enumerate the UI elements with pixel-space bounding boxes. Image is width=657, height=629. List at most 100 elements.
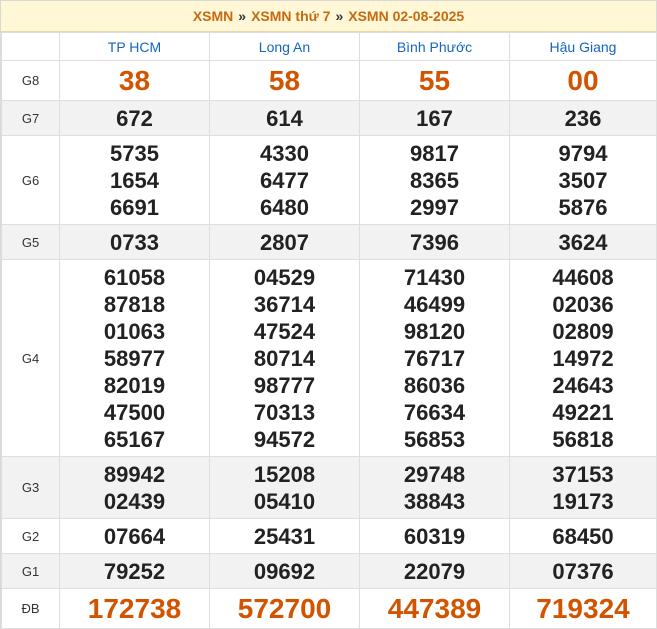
prize-number: 82019 — [103, 372, 166, 398]
prize-number: 9794 — [558, 140, 608, 166]
prize-number: 94572 — [253, 426, 316, 452]
prize-label: G8 — [1, 60, 60, 101]
prize-label: G7 — [1, 100, 60, 136]
prize-label: G5 — [1, 224, 60, 260]
prize-number: 02439 — [103, 488, 166, 514]
prize-number: 56853 — [403, 426, 466, 452]
prize-cell: 3624 — [509, 224, 657, 260]
prize-number: 36714 — [253, 291, 316, 317]
prize-number: 80714 — [253, 345, 316, 371]
prize-number: 58 — [268, 65, 301, 96]
province-header[interactable]: Bình Phước — [359, 32, 510, 61]
prize-number: 2997 — [410, 194, 459, 220]
prize-cell: 236 — [509, 100, 657, 136]
prize-number: 4330 — [260, 140, 309, 166]
prize-cell: 60319 — [359, 518, 510, 554]
prize-cell: 614 — [209, 100, 360, 136]
prize-number: 9817 — [410, 140, 459, 166]
prize-label: G1 — [1, 553, 60, 589]
prize-cell: 2807 — [209, 224, 360, 260]
prize-number: 1654 — [110, 167, 159, 193]
prize-cell: 09692 — [209, 553, 360, 589]
prize-number: 07376 — [552, 558, 614, 584]
prize-number: 47524 — [253, 318, 316, 344]
prize-number: 24643 — [552, 372, 614, 398]
prize-cell: 58 — [209, 60, 360, 101]
breadcrumb-xsmn-date[interactable]: XSMN 02-08-2025 — [348, 8, 464, 24]
prize-cell: 79252 — [59, 553, 210, 589]
prize-cell: 55 — [359, 60, 510, 101]
prize-row: G6 5735 1654 6691 4330 6477 6480 9817 8365 2997 97… — [1, 135, 657, 225]
prize-row: G2 07664 25431 60319 68450 — [1, 518, 657, 554]
province-header[interactable]: Long An — [209, 32, 360, 61]
prize-cell: 44608 02036 02809 14972 24643 49221 56818 — [509, 259, 657, 457]
breadcrumb-xsmn[interactable]: XSMN — [193, 8, 233, 24]
prize-number: 6691 — [110, 194, 159, 220]
province-header[interactable]: Hậu Giang — [509, 32, 657, 61]
prize-number: 58977 — [103, 345, 166, 371]
prize-number: 55 — [418, 65, 451, 96]
prize-number: 60319 — [403, 523, 466, 549]
prize-row: G7 672 614 167 236 — [1, 100, 657, 136]
empty-header-cell — [1, 32, 60, 61]
prize-number: 86036 — [403, 372, 466, 398]
prize-number: 3624 — [558, 229, 608, 255]
breadcrumb-separator: » — [238, 8, 247, 24]
prize-number: 01063 — [103, 318, 166, 344]
prize-row: G8 38 58 55 00 — [1, 60, 657, 101]
breadcrumb-xsmn-saturday[interactable]: XSMN thứ 7 — [251, 8, 330, 24]
prize-cell: 0733 — [59, 224, 210, 260]
prize-number: 09692 — [253, 558, 316, 584]
prize-number: 56818 — [552, 426, 614, 452]
prize-number: 167 — [416, 105, 453, 131]
prize-number: 68450 — [552, 523, 614, 549]
prize-cell: 22079 — [359, 553, 510, 589]
prize-number: 46499 — [403, 291, 466, 317]
prize-number: 76634 — [403, 399, 466, 425]
prize-number: 71430 — [403, 264, 466, 290]
prize-number: 02809 — [552, 318, 614, 344]
prize-number: 614 — [266, 105, 303, 131]
prize-number: 98120 — [403, 318, 466, 344]
prize-number: 22079 — [403, 558, 466, 584]
prize-label: ĐB — [1, 588, 60, 629]
breadcrumb: XSMN » XSMN thứ 7 » XSMN 02-08-2025 — [1, 1, 656, 32]
prize-cell: 4330 6477 6480 — [209, 135, 360, 225]
prize-number: 37153 — [552, 461, 614, 487]
prize-number: 47500 — [103, 399, 166, 425]
prize-cell: 9817 8365 2997 — [359, 135, 510, 225]
prize-cell: 37153 19173 — [509, 456, 657, 519]
prize-number: 07664 — [103, 523, 166, 549]
prize-number: 5735 — [110, 140, 159, 166]
results-table: TP HCM Long An Bình Phước Hậu Giang G8 38… — [1, 32, 657, 629]
prize-number: 05410 — [253, 488, 316, 514]
prize-label: G6 — [1, 135, 60, 225]
prize-number: 49221 — [552, 399, 614, 425]
prize-number: 79252 — [103, 558, 166, 584]
prize-number: 14972 — [552, 345, 614, 371]
prize-cell: 00 — [509, 60, 657, 101]
prize-number: 38 — [118, 65, 151, 96]
prize-cell: 447389 — [359, 588, 510, 629]
prize-number: 6480 — [260, 194, 309, 220]
prize-number: 29748 — [403, 461, 466, 487]
prize-number: 236 — [564, 105, 602, 131]
province-header-row: TP HCM Long An Bình Phước Hậu Giang — [1, 32, 657, 61]
prize-number: 98777 — [253, 372, 316, 398]
prize-number: 76717 — [403, 345, 466, 371]
prize-cell: 572700 — [209, 588, 360, 629]
prize-row: ĐB 172738 572700 447389 719324 — [1, 588, 657, 629]
breadcrumb-separator: » — [335, 8, 344, 24]
prize-number: 672 — [116, 105, 153, 131]
prize-number: 7396 — [410, 229, 459, 255]
prize-cell: 07664 — [59, 518, 210, 554]
prize-cell: 29748 38843 — [359, 456, 510, 519]
prize-number: 15208 — [253, 461, 316, 487]
prize-cell: 172738 — [59, 588, 210, 629]
prize-cell: 9794 3507 5876 — [509, 135, 657, 225]
prize-cell: 89942 02439 — [59, 456, 210, 519]
prize-cell: 719324 — [509, 588, 657, 629]
prize-number: 8365 — [410, 167, 459, 193]
prize-number: 572700 — [237, 593, 332, 624]
province-header[interactable]: TP HCM — [59, 32, 210, 61]
